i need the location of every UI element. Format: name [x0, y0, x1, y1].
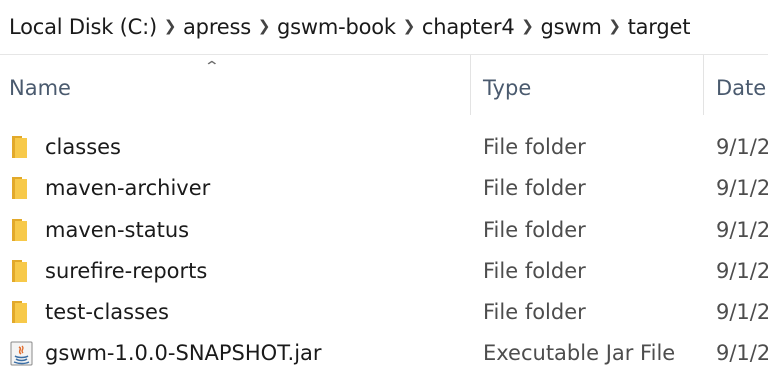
file-date: 9/1/2	[716, 135, 768, 159]
list-item[interactable]: maven-status File folder 9/1/2	[0, 210, 768, 251]
breadcrumb: Local Disk (C:) ❯ apress ❯ gswm-book ❯ c…	[0, 0, 768, 54]
breadcrumb-item-apress[interactable]: apress	[183, 15, 251, 39]
file-explorer-window: Local Disk (C:) ❯ apress ❯ gswm-book ❯ c…	[0, 0, 768, 367]
folder-icon	[10, 259, 32, 283]
folder-icon	[10, 176, 32, 200]
file-type: File folder	[483, 258, 586, 283]
list-item[interactable]: maven-archiver File folder 9/1/2	[0, 168, 768, 209]
chevron-right-icon[interactable]: ❯	[514, 17, 540, 35]
breadcrumb-item-gswm[interactable]: gswm	[540, 15, 601, 39]
column-header-name-label: Name	[9, 76, 71, 100]
list-item[interactable]: test-classes File folder 9/1/2	[0, 292, 768, 333]
file-date: 9/1/2	[716, 176, 768, 201]
folder-icon	[10, 300, 32, 324]
file-type: File folder	[483, 135, 586, 159]
column-header-type-label: Type	[483, 76, 532, 100]
column-header-row: Name ⌃ Type Date	[0, 55, 768, 121]
file-type: File folder	[483, 300, 586, 325]
list-item[interactable]: gswm-1.0.0-SNAPSHOT.jar Executable Jar F…	[0, 333, 768, 367]
list-item[interactable]: surefire-reports File folder 9/1/2	[0, 251, 768, 292]
column-divider[interactable]	[703, 55, 704, 115]
column-header-date-label: Date	[716, 76, 767, 100]
file-type: Executable Jar File	[483, 341, 676, 366]
column-header-name[interactable]: Name	[9, 55, 464, 121]
column-header-type[interactable]: Type	[483, 55, 698, 121]
file-name: test-classes	[45, 300, 169, 325]
list-item[interactable]: classes File folder 9/1/2	[0, 127, 768, 168]
file-type: File folder	[483, 217, 586, 242]
java-jar-icon	[10, 341, 33, 366]
breadcrumb-item-local-disk[interactable]: Local Disk (C:)	[9, 15, 157, 39]
file-type: File folder	[483, 176, 586, 201]
file-date: 9/1/2	[716, 217, 768, 242]
chevron-right-icon[interactable]: ❯	[602, 17, 628, 35]
column-divider[interactable]	[470, 55, 471, 115]
file-name: maven-status	[45, 217, 190, 242]
breadcrumb-item-gswm-book[interactable]: gswm-book	[277, 15, 396, 39]
file-name: gswm-1.0.0-SNAPSHOT.jar	[45, 341, 322, 366]
breadcrumb-item-chapter4[interactable]: chapter4	[422, 15, 515, 39]
breadcrumb-item-target[interactable]: target	[628, 15, 691, 39]
file-date: 9/1/2	[716, 300, 768, 325]
folder-icon	[10, 218, 32, 242]
file-name: classes	[45, 135, 121, 159]
folder-icon	[10, 135, 32, 159]
file-name: surefire-reports	[45, 258, 208, 283]
sort-ascending-icon: ⌃	[203, 59, 221, 75]
column-header-date[interactable]: Date	[716, 55, 768, 121]
file-name: maven-archiver	[45, 176, 211, 201]
chevron-right-icon[interactable]: ❯	[157, 17, 183, 35]
chevron-right-icon[interactable]: ❯	[396, 17, 422, 35]
chevron-right-icon[interactable]: ❯	[251, 17, 277, 35]
file-date: 9/1/2	[716, 341, 768, 366]
file-list: classes File folder 9/1/2 maven-archiver…	[0, 127, 768, 367]
file-date: 9/1/2	[716, 258, 768, 283]
